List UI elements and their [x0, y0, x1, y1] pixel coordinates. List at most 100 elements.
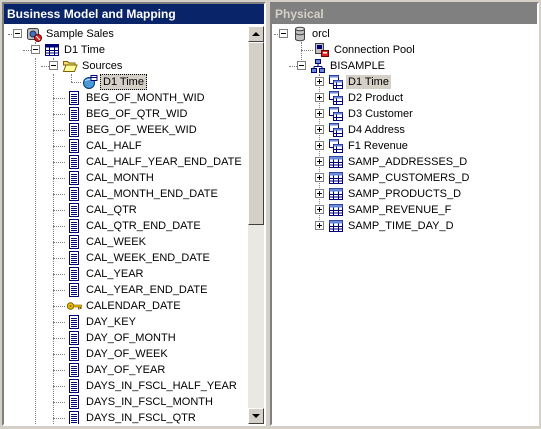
tree-node-column-cal-qtr-end-date[interactable]: CAL_QTR_END_DATE	[4, 218, 234, 234]
column-icon	[66, 314, 82, 330]
scroll-down-button[interactable]	[248, 408, 264, 424]
tree-node-column-day-of-year[interactable]: DAY_OF_YEAR	[4, 362, 234, 378]
tree-label: BEG_OF_QTR_WID	[86, 108, 188, 120]
tree-label: SAMP_ADDRESSES_D	[348, 156, 468, 168]
column-icon	[66, 250, 82, 266]
column-icon	[66, 410, 82, 424]
tree-node-connection-pool[interactable]: Connection Pool	[272, 42, 492, 58]
expand-toggle[interactable]	[315, 93, 324, 102]
tree-node-column-cal-month-end-date[interactable]: CAL_MONTH_END_DATE	[4, 186, 234, 202]
physical-tree[interactable]: orcl Connection Pool BISAMPLE D1 Time D2 …	[272, 26, 537, 424]
tree-label: DAY_OF_MONTH	[86, 332, 176, 344]
key-column-icon	[66, 298, 82, 314]
tree-label: CAL_HALF_YEAR_END_DATE	[86, 156, 242, 168]
tree-node-column-day-of-week[interactable]: DAY_OF_WEEK	[4, 346, 234, 362]
arrow-up-icon	[252, 32, 260, 36]
column-icon	[66, 170, 82, 186]
tree-node-column-cal-half[interactable]: CAL_HALF	[4, 138, 234, 154]
tree-label: D4 Address	[348, 124, 405, 136]
tree-label: D2 Product	[348, 92, 404, 104]
tree-node-column-cal-qtr[interactable]: CAL_QTR	[4, 202, 234, 218]
tree-node-table-samp-time-day-d[interactable]: SAMP_TIME_DAY_D	[272, 218, 502, 234]
tree-node-sources[interactable]: Sources	[4, 58, 204, 74]
tree-label: BEG_OF_WEEK_WID	[86, 124, 197, 136]
expand-toggle[interactable]	[315, 109, 324, 118]
tree-node-alias-d1-time[interactable]: D1 Time	[272, 74, 502, 90]
tree-label: DAYS_IN_FSCL_QTR	[86, 412, 196, 424]
collapse-toggle[interactable]	[297, 61, 306, 70]
tree-label: SAMP_TIME_DAY_D	[348, 220, 454, 232]
tree-node-sample-sales[interactable]: Sample Sales	[4, 26, 204, 42]
tree-node-column-cal-week-end-date[interactable]: CAL_WEEK_END_DATE	[4, 250, 234, 266]
tree-label: DAY_KEY	[86, 316, 136, 328]
logical-table-source-icon	[82, 74, 98, 90]
expand-toggle[interactable]	[315, 157, 324, 166]
tree-node-column-days-in-fscl-qtr[interactable]: DAYS_IN_FSCL_QTR	[4, 410, 234, 424]
column-icon	[66, 90, 82, 106]
scroll-up-button[interactable]	[248, 26, 264, 42]
physical-table-icon	[328, 186, 344, 202]
tree-node-alias-d2-product[interactable]: D2 Product	[272, 90, 502, 106]
expand-toggle[interactable]	[315, 125, 324, 134]
tree-node-table-samp-revenue-f[interactable]: SAMP_REVENUE_F	[272, 202, 502, 218]
expand-toggle[interactable]	[315, 221, 324, 230]
expand-toggle[interactable]	[315, 173, 324, 182]
column-icon	[66, 202, 82, 218]
tree-node-column-beg-of-qtr-wid[interactable]: BEG_OF_QTR_WID	[4, 106, 234, 122]
tree-label: DAYS_IN_FSCL_MONTH	[86, 396, 213, 408]
schema-icon	[310, 58, 326, 74]
alias-table-icon	[328, 122, 344, 138]
tree-label-highlighted: D1 Time	[346, 75, 391, 89]
tree-node-column-cal-year-end-date[interactable]: CAL_YEAR_END_DATE	[4, 282, 234, 298]
expand-toggle[interactable]	[315, 205, 324, 214]
column-icon	[66, 106, 82, 122]
tree-node-column-cal-week[interactable]: CAL_WEEK	[4, 234, 234, 250]
tree-node-column-beg-of-week-wid[interactable]: BEG_OF_WEEK_WID	[4, 122, 234, 138]
collapse-toggle[interactable]	[279, 29, 288, 38]
column-icon	[66, 186, 82, 202]
collapse-toggle[interactable]	[13, 29, 22, 38]
tree-node-column-day-of-month[interactable]: DAY_OF_MONTH	[4, 330, 234, 346]
collapse-toggle[interactable]	[31, 45, 40, 54]
tree-label: SAMP_CUSTOMERS_D	[348, 172, 470, 184]
tree-label: CAL_WEEK	[86, 236, 146, 248]
tree-node-column-calendar-date[interactable]: CALENDAR_DATE	[4, 298, 234, 314]
scroll-thumb[interactable]	[248, 42, 264, 225]
tree-label: CAL_MONTH	[86, 172, 154, 184]
expand-toggle[interactable]	[315, 141, 324, 150]
tree-node-table-samp-customers-d[interactable]: SAMP_CUSTOMERS_D	[272, 170, 502, 186]
physical-title: Physical	[272, 4, 537, 24]
tree-node-column-cal-year[interactable]: CAL_YEAR	[4, 266, 234, 282]
tree-node-column-cal-half-year-end-date[interactable]: CAL_HALF_YEAR_END_DATE	[4, 154, 242, 170]
physical-table-icon	[328, 202, 344, 218]
tree-label: CAL_MONTH_END_DATE	[86, 188, 218, 200]
tree-node-alias-f1-revenue[interactable]: F1 Revenue	[272, 138, 502, 154]
tree-node-column-days-in-fscl-half-year[interactable]: DAYS_IN_FSCL_HALF_YEAR	[4, 378, 237, 394]
tree-node-alias-d3-customer[interactable]: D3 Customer	[272, 106, 502, 122]
tree-label: SAMP_PRODUCTS_D	[348, 188, 462, 200]
collapse-toggle[interactable]	[49, 61, 58, 70]
expand-toggle[interactable]	[315, 189, 324, 198]
tree-label: DAY_OF_WEEK	[86, 348, 168, 360]
vertical-scrollbar[interactable]	[248, 26, 264, 424]
tree-label: CAL_HALF	[86, 140, 142, 152]
tree-node-column-cal-month[interactable]: CAL_MONTH	[4, 170, 234, 186]
tree-node-column-day-key[interactable]: DAY_KEY	[4, 314, 234, 330]
column-icon	[66, 330, 82, 346]
physical-table-icon	[328, 170, 344, 186]
tree-node-column-days-in-fscl-month[interactable]: DAYS_IN_FSCL_MONTH	[4, 394, 234, 410]
tree-node-orcl[interactable]: orcl	[272, 26, 472, 42]
tree-node-source-d1-time[interactable]: D1 Time	[4, 74, 204, 90]
tree-node-table-samp-addresses-d[interactable]: SAMP_ADDRESSES_D	[272, 154, 502, 170]
tree-node-table-samp-products-d[interactable]: SAMP_PRODUCTS_D	[272, 186, 502, 202]
logical-table-icon	[44, 42, 60, 58]
alias-table-icon	[328, 106, 344, 122]
tree-node-alias-d4-address[interactable]: D4 Address	[272, 122, 502, 138]
column-icon	[66, 218, 82, 234]
expand-toggle[interactable]	[315, 77, 324, 86]
business-model-tree[interactable]: Sample Sales D1 Time Sources D1 Time BEG…	[4, 26, 248, 424]
tree-node-d1-time-table[interactable]: D1 Time	[4, 42, 204, 58]
tree-node-bisample[interactable]: BISAMPLE	[272, 58, 492, 74]
tree-label: BEG_OF_MONTH_WID	[86, 92, 205, 104]
tree-node-column-beg-of-month-wid[interactable]: BEG_OF_MONTH_WID	[4, 90, 234, 106]
